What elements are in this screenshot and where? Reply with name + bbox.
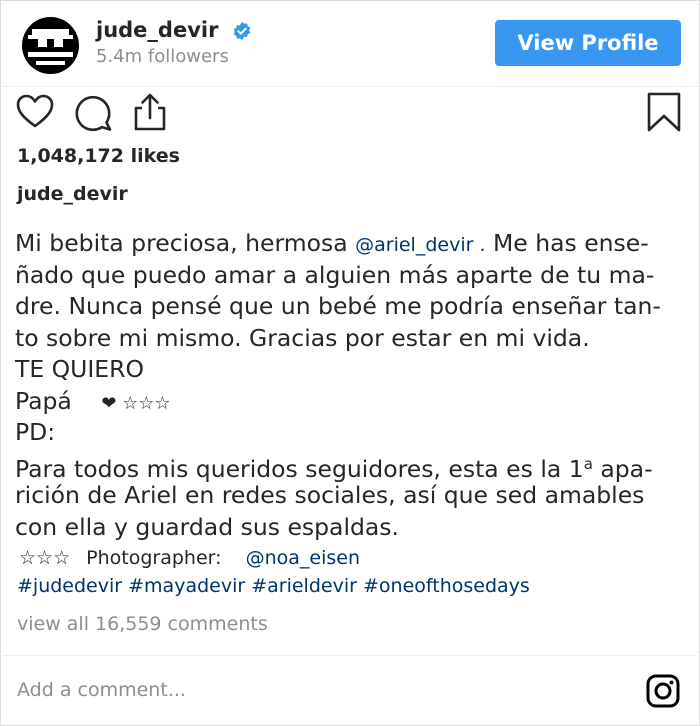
follower-count: 5.4m followers [96, 46, 229, 67]
hashtag-link[interactable]: #arieldevir [251, 575, 357, 597]
mention-link[interactable]: @ariel_devir . [355, 234, 485, 256]
likes-count[interactable]: 1,048,172 likes [17, 145, 180, 167]
caption-text: Para todos mis queridos seguidores, esta… [15, 454, 584, 483]
caption-line: to sobre mi mismo. Gracias por estar en … [15, 323, 590, 352]
stars-emoji: ☆☆☆ [19, 547, 71, 569]
view-profile-button[interactable]: View Profile [495, 20, 681, 66]
post-author[interactable]: jude_devir [17, 183, 128, 205]
caption-line: dre. Nunca pensé que un bebé me podría e… [15, 292, 661, 320]
photographer-label: Photographer: [86, 547, 222, 569]
photographer-credit: ☆☆☆ Photographer: @noa_eisen [17, 547, 360, 569]
footer-divider [0, 655, 700, 656]
caption-line: PD: [15, 418, 56, 446]
avatar[interactable] [22, 17, 79, 74]
post-caption: Mi bebita preciosa, hermosa @ariel_devir… [15, 228, 687, 543]
verified-badge-icon [233, 21, 251, 41]
caption-line: Para todos mis queridos seguidores, esta… [15, 449, 687, 483]
hashtag-link[interactable]: #oneofthosedays [363, 575, 530, 597]
like-button[interactable] [15, 92, 55, 132]
photographer-handle-link[interactable]: @noa_eisen [246, 547, 360, 569]
share-icon [134, 93, 166, 131]
hashtag-link[interactable]: #mayadevir [128, 575, 245, 597]
caption-text: Mi bebita preciosa, hermosa [15, 229, 348, 257]
heart-icon [16, 94, 54, 128]
comment-input[interactable] [17, 677, 617, 703]
profile-username[interactable]: jude_devir [96, 18, 218, 42]
hashtags: #judedevir #mayadevir #arieldevir #oneof… [17, 575, 530, 597]
caption-line: Papá ❤ ☆☆☆ [15, 386, 687, 418]
caption-text: Papá [15, 386, 72, 415]
bookmark-button[interactable] [644, 92, 684, 132]
hashtag-link[interactable]: #judedevir [17, 575, 122, 597]
share-button[interactable] [130, 92, 170, 132]
heart-stars-emoji: ❤ ☆☆☆ [101, 392, 171, 414]
caption-line: TE QUIERO [15, 355, 144, 383]
ordinal-superscript: a [583, 454, 593, 473]
comment-button[interactable] [73, 92, 113, 132]
caption-line: Mi bebita preciosa, hermosa @ariel_devir… [15, 228, 687, 260]
header-divider [0, 86, 700, 87]
caption-line: con ella y guardad sus espaldas. [15, 512, 400, 541]
caption-line: ñado que puedo amar a alguien más aparte… [15, 260, 655, 289]
comment-icon [75, 95, 112, 132]
caption-text: Me has ense- [492, 229, 649, 257]
instagram-icon[interactable] [645, 673, 681, 709]
bookmark-icon [647, 92, 681, 132]
caption-text: apa- [592, 454, 653, 483]
caption-line: rición de Ariel en redes sociales, así q… [15, 481, 645, 509]
view-all-comments-link[interactable]: view all 16,559 comments [17, 613, 268, 635]
